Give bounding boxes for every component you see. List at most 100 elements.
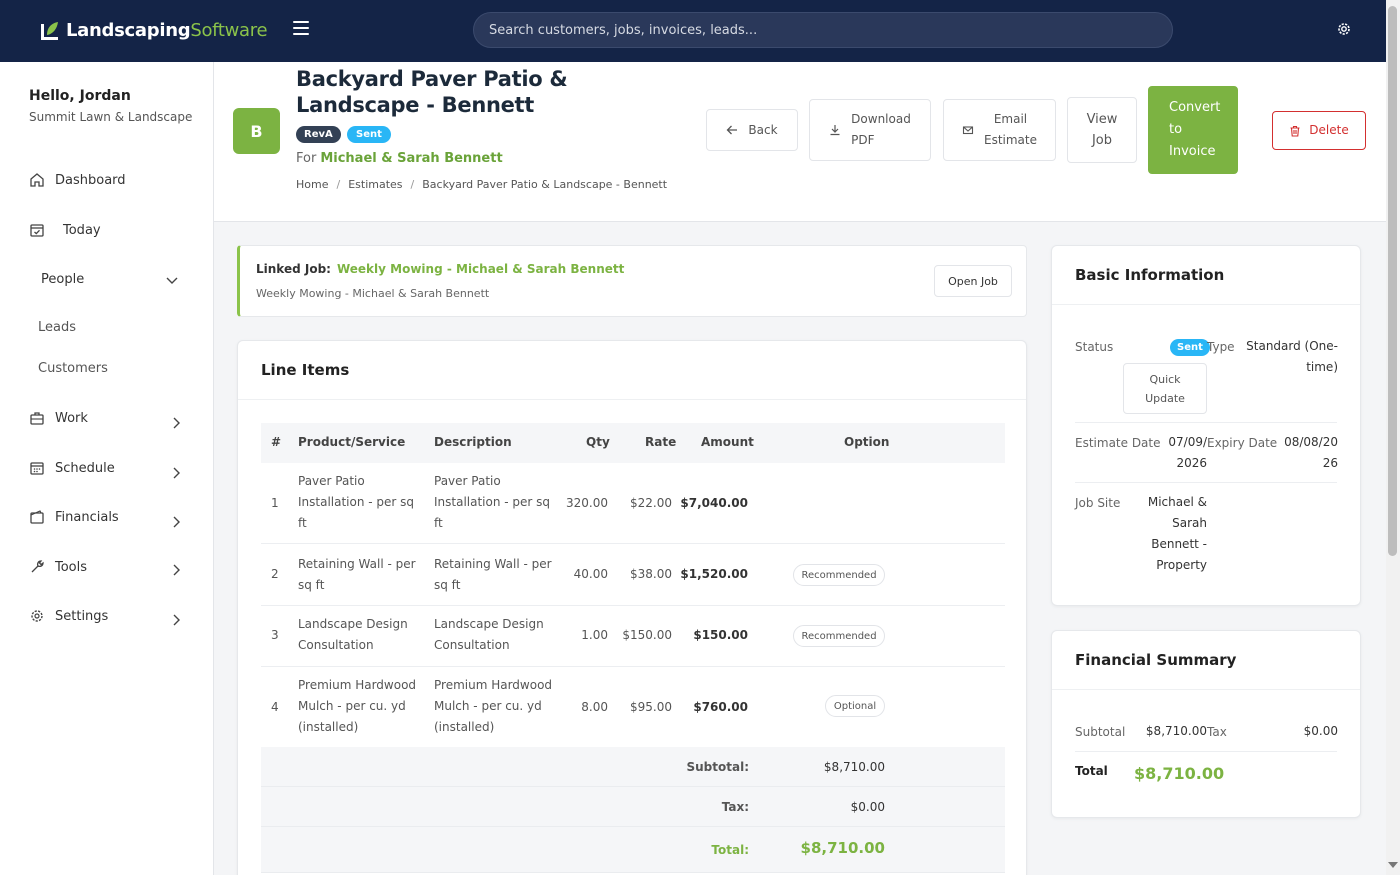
status-badge: Sent bbox=[347, 126, 391, 143]
fs-total-value: $8,710.00 bbox=[1134, 764, 1225, 783]
col-num: # bbox=[271, 435, 282, 449]
customer-link[interactable]: Michael & Sarah Bennett bbox=[320, 151, 502, 166]
calendar-check-icon bbox=[30, 224, 44, 237]
row-amount: $7,040.00 bbox=[680, 496, 748, 510]
convert-to-invoice-button[interactable]: Convert to Invoice bbox=[1148, 86, 1238, 174]
page-title: Backyard Paver Patio & Landscape - Benne… bbox=[296, 67, 568, 117]
sidebar-item-label: Schedule bbox=[55, 460, 115, 476]
row-num: 4 bbox=[271, 700, 279, 714]
financial-summary-title: Financial Summary bbox=[1075, 651, 1237, 669]
sidebar-item-work[interactable]: Work bbox=[29, 410, 183, 429]
leaf-logo-icon bbox=[41, 21, 58, 40]
view-job-button[interactable]: View Job bbox=[1067, 97, 1137, 163]
sidebar-item-leads[interactable]: Leads bbox=[38, 320, 76, 335]
row-description-line: Retaining Wall - per bbox=[434, 557, 552, 571]
sidebar-item-label: Tools bbox=[55, 559, 88, 575]
sidebar-item-dashboard[interactable]: Dashboard bbox=[29, 172, 189, 188]
arrow-left-icon bbox=[727, 125, 738, 135]
download-pdf-button[interactable]: Download PDF bbox=[809, 99, 931, 161]
sidebar-item-settings[interactable]: Settings bbox=[29, 608, 183, 626]
col-amount: Amount bbox=[701, 435, 754, 449]
job-site-line: Michael & bbox=[1147, 495, 1207, 509]
row-description-line: Landscape Design bbox=[434, 617, 544, 631]
sidebar-item-customers[interactable]: Customers bbox=[38, 361, 108, 376]
table-row[interactable]: 4 Premium Hardwood Mulch - per cu. yd (ins… bbox=[261, 667, 1005, 747]
row-product-line: Paver Patio bbox=[298, 474, 365, 488]
convert-label-line2: to bbox=[1169, 122, 1183, 137]
row-description: Paver Patio Installation - per sq ft bbox=[434, 471, 564, 534]
quick-update-line2: Update bbox=[1145, 391, 1185, 405]
menu-toggle-icon[interactable] bbox=[293, 21, 309, 35]
col-rate: Rate bbox=[645, 435, 677, 449]
row-amount: $150.00 bbox=[693, 628, 748, 642]
app-logo[interactable]: Landscaping Software bbox=[40, 20, 268, 41]
chevron-right-icon bbox=[173, 467, 180, 479]
back-label: Back bbox=[748, 122, 778, 137]
row-product: Retaining Wall - per sq ft bbox=[298, 554, 428, 596]
back-button[interactable]: Back bbox=[706, 109, 798, 151]
tax-row: Tax: $0.00 bbox=[261, 787, 1005, 827]
sidebar-item-people[interactable]: People bbox=[41, 272, 179, 287]
breadcrumb-estimates[interactable]: Estimates bbox=[348, 178, 402, 191]
calendar-grid-icon bbox=[30, 462, 44, 475]
expiry-date-label: Expiry Date bbox=[1207, 436, 1278, 450]
linked-job-banner: Linked Job: Weekly Mowing - Michael & Sar… bbox=[237, 245, 1027, 317]
sidebar-item-schedule[interactable]: Schedule bbox=[29, 460, 183, 479]
linked-job-link[interactable]: Weekly Mowing - Michael & Sarah Bennett bbox=[337, 262, 624, 276]
chevron-right-icon bbox=[173, 516, 180, 528]
fs-subtotal-label: Subtotal bbox=[1075, 725, 1126, 739]
scrollbar-thumb[interactable] bbox=[1388, 6, 1397, 556]
chevron-down-icon bbox=[166, 277, 178, 284]
row-description-line: Paver Patio bbox=[434, 474, 501, 488]
subtotal-label: Subtotal: bbox=[686, 760, 749, 774]
row-product-line: Installation - per sq bbox=[298, 495, 415, 509]
chevron-right-icon bbox=[173, 564, 180, 576]
col-option: Option bbox=[844, 435, 890, 449]
basic-info-title: Basic Information bbox=[1075, 266, 1225, 284]
row-product-line: Landscape Design bbox=[298, 617, 408, 631]
open-job-button[interactable]: Open Job bbox=[934, 265, 1012, 297]
wrench-icon bbox=[31, 560, 44, 573]
linked-job-line: Linked Job: Weekly Mowing - Michael & Sar… bbox=[256, 262, 624, 276]
company-name: Summit Lawn & Landscape bbox=[29, 110, 193, 124]
sidebar-item-tools[interactable]: Tools bbox=[29, 559, 183, 576]
table-row[interactable]: 2 Retaining Wall - per sq ft Retaining Wa… bbox=[261, 544, 1005, 606]
row-product-line: Premium Hardwood bbox=[298, 678, 417, 692]
logo-text-accent: Software bbox=[190, 20, 268, 41]
sidebar-item-label: Settings bbox=[55, 608, 109, 624]
delete-button[interactable]: Delete bbox=[1272, 111, 1366, 150]
convert-label-line1: Convert bbox=[1169, 100, 1221, 115]
table-row[interactable]: 1 Paver Patio Installation - per sq ft Pav… bbox=[261, 463, 1005, 544]
view-job-label: View Job bbox=[1087, 109, 1118, 151]
scroll-down-arrow-icon[interactable] bbox=[1388, 862, 1398, 868]
estimate-date-line2: 2026 bbox=[1176, 456, 1207, 470]
row-description: Landscape Design Consultation bbox=[434, 614, 564, 656]
quick-update-button[interactable]: Quick Update bbox=[1123, 363, 1207, 414]
table-row[interactable]: 3 Landscape Design Consultation Landscape… bbox=[261, 606, 1005, 667]
email-estimate-button[interactable]: Email Estimate bbox=[943, 99, 1056, 161]
row-product: Premium Hardwood Mulch - per cu. yd (insta… bbox=[298, 675, 428, 738]
settings-gear-icon[interactable] bbox=[1336, 21, 1352, 37]
global-search-input[interactable] bbox=[473, 12, 1173, 48]
type-label: Type bbox=[1207, 340, 1235, 354]
status-label: Status bbox=[1075, 340, 1114, 354]
download-label-line1: Download bbox=[851, 112, 911, 126]
revision-badge: RevA bbox=[296, 126, 341, 143]
logo-text-main: Landscaping bbox=[66, 20, 191, 41]
gear-icon bbox=[31, 610, 43, 622]
download-label-line2: PDF bbox=[851, 133, 875, 147]
row-description-line: (installed) bbox=[434, 720, 495, 734]
page-header: B Backyard Paver Patio & Landscape - Ben… bbox=[214, 62, 1386, 222]
sidebar-item-today[interactable]: Today bbox=[29, 222, 189, 238]
linked-job-subtitle: Weekly Mowing - Michael & Sarah Bennett bbox=[256, 287, 490, 300]
sidebar-item-financials[interactable]: Financials bbox=[29, 509, 183, 528]
briefcase-icon bbox=[30, 412, 44, 425]
option-badge: Recommended bbox=[793, 625, 885, 647]
sidebar-item-label: Dashboard bbox=[55, 172, 126, 188]
breadcrumb-home[interactable]: Home bbox=[296, 178, 328, 191]
delete-label: Delete bbox=[1309, 123, 1349, 137]
col-qty: Qty bbox=[586, 435, 610, 449]
breadcrumb-separator: / bbox=[410, 178, 415, 191]
row-qty: 8.00 bbox=[581, 700, 608, 714]
total-label: Total: bbox=[711, 843, 749, 857]
